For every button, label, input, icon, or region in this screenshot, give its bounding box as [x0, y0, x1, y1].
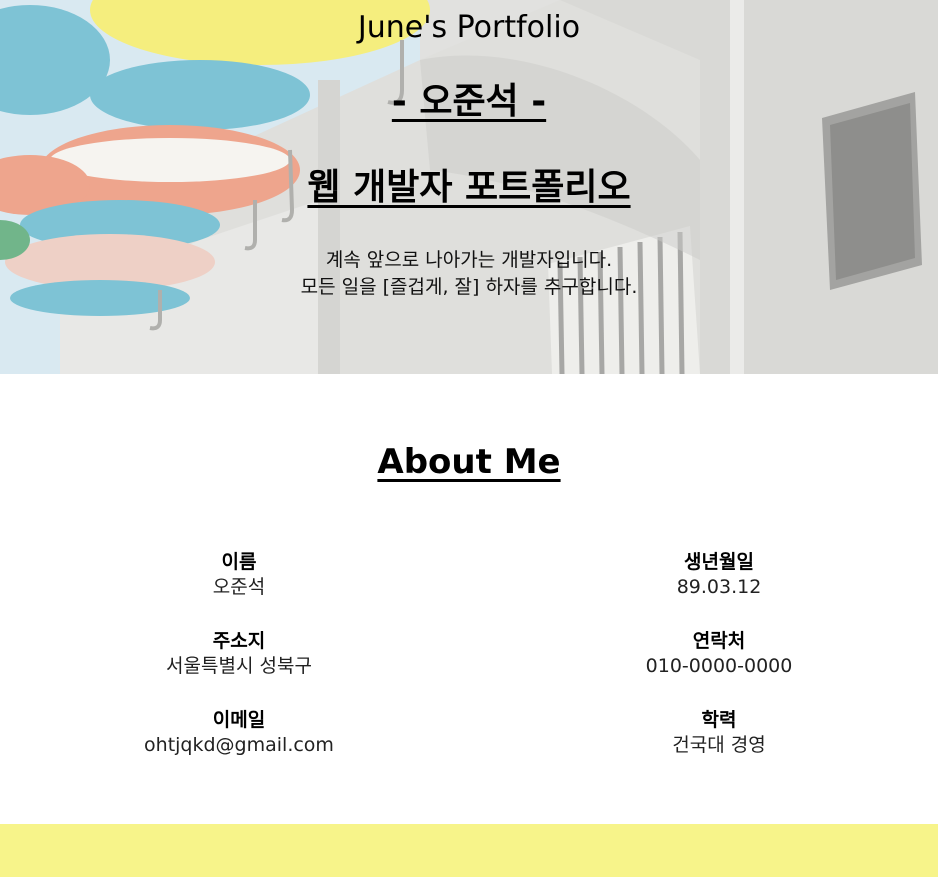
- next-section-band: [0, 824, 938, 877]
- hero-description-line-1: 계속 앞으로 나아가는 개발자입니다.: [325, 249, 613, 271]
- hero-description-line-2: 모든 일을 [즐겁게, 잘] 하자를 추구합니다.: [300, 276, 638, 298]
- about-title: About Me: [377, 442, 561, 482]
- about-info-left-column: 이름 오준석 주소지 서울특별시 성북구 이메일 ohtjqkd@gmail.c…: [89, 550, 389, 787]
- info-label: 주소지: [212, 630, 266, 652]
- hero-name: - 오준석 -: [391, 81, 547, 122]
- info-label: 생년월일: [684, 551, 754, 573]
- info-item-education: 학력 건국대 경영: [569, 708, 869, 787]
- info-item-email: 이메일 ohtjqkd@gmail.com: [89, 708, 389, 787]
- info-value: 서울특별시 성북구: [166, 655, 312, 677]
- info-item-contact: 연락처 010-0000-0000: [569, 629, 869, 708]
- info-item-name: 이름 오준석: [89, 550, 389, 629]
- info-label: 학력: [701, 709, 737, 731]
- site-title: June's Portfolio: [357, 10, 581, 45]
- about-section: About Me 이름 오준석 주소지 서울특별시 성북구 이메일 ohtjqk…: [0, 374, 938, 824]
- info-label: 이메일: [212, 709, 266, 731]
- info-item-birthdate: 생년월일 89.03.12: [569, 550, 869, 629]
- info-value: ohtjqkd@gmail.com: [144, 734, 334, 756]
- hero-description: 계속 앞으로 나아가는 개발자입니다. 모든 일을 [즐겁게, 잘] 하자를 추…: [0, 247, 938, 301]
- info-value: 010-0000-0000: [645, 655, 793, 677]
- info-label: 이름: [221, 551, 257, 573]
- hero-section: June's Portfolio - 오준석 - 웹 개발자 포트폴리오 계속 …: [0, 0, 938, 374]
- hero-heading: 웹 개발자 포트폴리오: [307, 167, 631, 208]
- info-value: 오준석: [212, 576, 266, 598]
- info-label: 연락처: [692, 630, 746, 652]
- info-item-address: 주소지 서울특별시 성북구: [89, 629, 389, 708]
- info-value: 건국대 경영: [672, 734, 766, 756]
- about-info-right-column: 생년월일 89.03.12 연락처 010-0000-0000 학력 건국대 경…: [569, 550, 869, 787]
- info-value: 89.03.12: [676, 576, 762, 598]
- hero-content: June's Portfolio - 오준석 - 웹 개발자 포트폴리오 계속 …: [0, 0, 938, 374]
